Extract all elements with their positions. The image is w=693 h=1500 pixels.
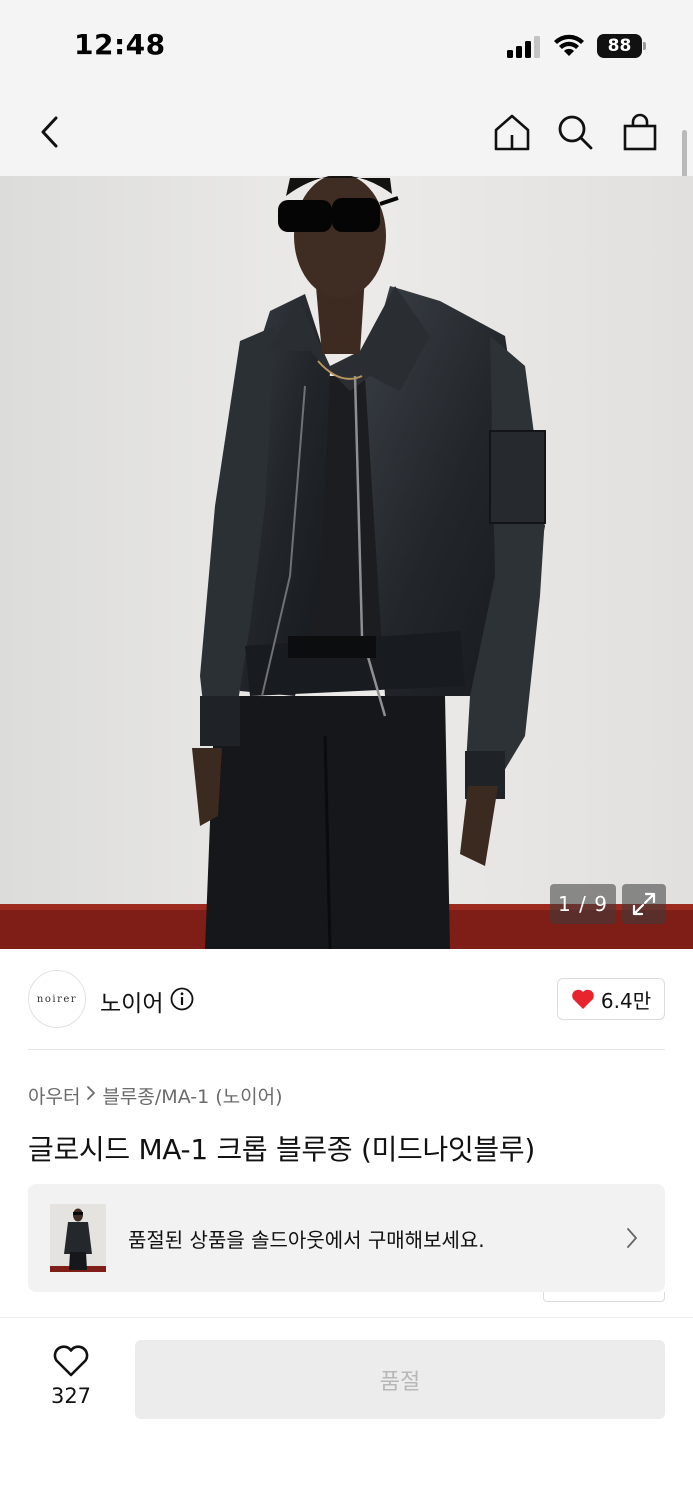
banner-thumbnail [50, 1204, 106, 1272]
brand-logo-text: noirer [36, 993, 78, 1005]
battery-level: 88 [597, 34, 642, 58]
partially-hidden-button [543, 1292, 665, 1302]
back-chevron-icon[interactable] [28, 110, 72, 154]
breadcrumb: 아우터 블루종/MA-1 (노이어) [28, 1082, 283, 1108]
status-time: 12:48 [74, 28, 166, 61]
battery-icon: 88 [597, 34, 647, 58]
info-icon[interactable] [170, 987, 194, 1011]
product-title: 글로시드 MA-1 크롭 블루종 (미드나잇블루) [28, 1133, 535, 1166]
brand-logo[interactable]: noirer [28, 970, 86, 1028]
breadcrumb-category[interactable]: 아우터 [28, 1082, 80, 1109]
heart-filled-icon [572, 989, 594, 1009]
product-image[interactable] [0, 176, 693, 949]
chevron-right-icon [86, 1085, 96, 1106]
wishlist-count: 327 [50, 1384, 92, 1408]
cellular-signal-icon [507, 36, 540, 58]
brand-like-count: 6.4만 [600, 988, 652, 1013]
status-bar: 12:48 88 [0, 0, 693, 90]
brand-like-button[interactable]: 6.4만 [557, 978, 665, 1020]
chevron-right-icon [627, 1228, 637, 1248]
bottom-action-bar: 327 품절 [0, 1317, 693, 1500]
search-icon[interactable] [553, 110, 597, 154]
image-counter: 1 / 9 [550, 884, 616, 924]
banner-text: 품절된 상품을 솔드아웃에서 구매해보세요. [128, 1228, 485, 1252]
soldout-banner[interactable]: 품절된 상품을 솔드아웃에서 구매해보세요. [28, 1184, 665, 1292]
wifi-icon [554, 34, 584, 56]
expand-icon[interactable] [622, 884, 666, 924]
brand-row: noirer 노이어 6.4만 [28, 970, 665, 1030]
wishlist-button[interactable]: 327 [40, 1344, 102, 1414]
shopping-bag-icon[interactable] [618, 110, 662, 154]
soldout-button[interactable]: 품절 [135, 1340, 665, 1419]
top-nav-bar [0, 90, 693, 176]
partially-hidden-row [28, 1292, 665, 1304]
brand-name[interactable]: 노이어 [100, 984, 163, 1018]
divider [28, 1049, 665, 1050]
heart-outline-icon [53, 1345, 89, 1377]
breadcrumb-subcategory[interactable]: 블루종/MA-1 (노이어) [102, 1082, 282, 1109]
home-icon[interactable] [490, 110, 534, 154]
